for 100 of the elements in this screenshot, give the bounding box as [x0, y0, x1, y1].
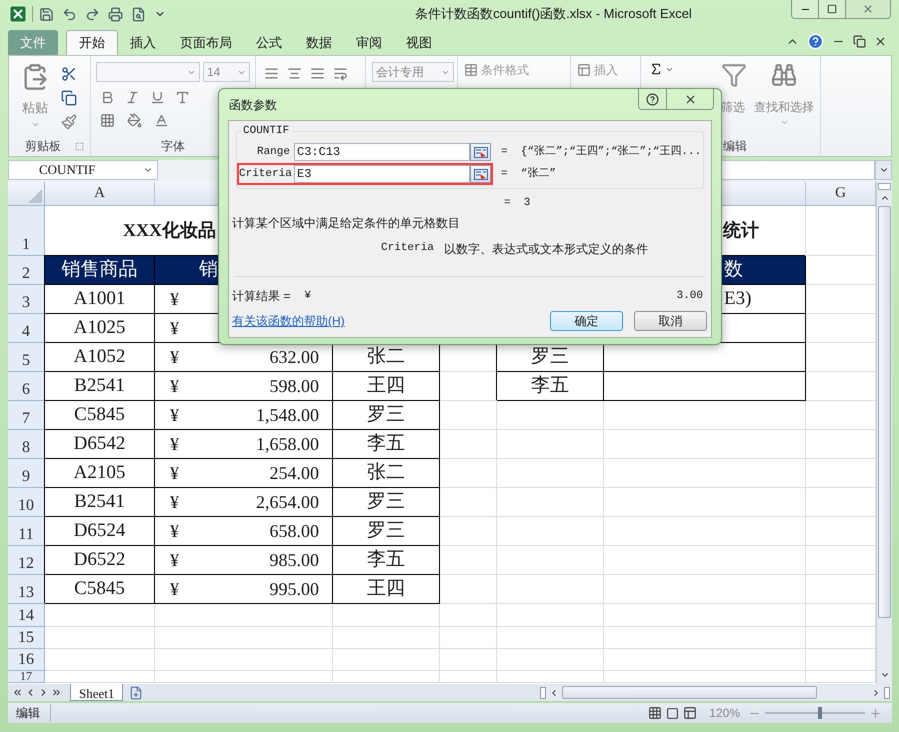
- result-currency: ¥: [304, 288, 311, 304]
- collapse-dialog-button[interactable]: [470, 165, 491, 183]
- zoom-level: 120%: [709, 705, 740, 722]
- close-workbook-icon[interactable]: [874, 35, 887, 48]
- argument-field[interactable]: E3: [294, 165, 470, 183]
- table-cell: B2541: [45, 372, 155, 401]
- table-cell: C5845: [45, 401, 155, 430]
- autosum-icon[interactable]: [649, 62, 663, 76]
- format-painter-icon[interactable]: [61, 114, 77, 130]
- row-header[interactable]: 8: [8, 430, 45, 459]
- ribbon-tab[interactable]: 数据: [294, 30, 344, 55]
- underline-icon[interactable]: [150, 90, 165, 105]
- font-color-icon[interactable]: [154, 113, 169, 128]
- scroll-thumb[interactable]: [562, 686, 817, 699]
- font-name-field[interactable]: [96, 62, 200, 82]
- fill-color-icon[interactable]: [127, 113, 142, 128]
- scroll-thumb[interactable]: [878, 206, 891, 618]
- row-header[interactable]: 5: [8, 343, 45, 372]
- vertical-scrollbar[interactable]: [876, 182, 892, 684]
- row-header[interactable]: 1: [8, 206, 45, 256]
- insert-sheet-icon[interactable]: [129, 686, 144, 700]
- table-cell: 罗三: [333, 517, 440, 546]
- borders-icon[interactable]: [100, 113, 115, 128]
- sheet-cell: [440, 546, 497, 575]
- name-box[interactable]: COUNTIF: [8, 160, 158, 180]
- row-header[interactable]: 17: [8, 671, 45, 683]
- ribbon-tab[interactable]: 视图: [394, 30, 444, 55]
- row-header[interactable]: 9: [8, 459, 45, 488]
- restore-workbook-icon[interactable]: [853, 35, 866, 48]
- page-layout-view-icon[interactable]: [666, 706, 680, 720]
- collapse-dialog-button[interactable]: [470, 143, 491, 161]
- row-header[interactable]: 4: [8, 314, 45, 343]
- table-cell: A1001: [45, 285, 155, 314]
- row-header[interactable]: 6: [8, 372, 45, 401]
- grow-font-icon[interactable]: [175, 90, 190, 105]
- last-sheet-icon[interactable]: [51, 687, 62, 698]
- maximize-icon: [827, 4, 837, 14]
- row-header[interactable]: 12: [8, 546, 45, 575]
- argument-value: = {“张二”;“王四”;“张二”;“王四...: [501, 144, 702, 160]
- status-text: 编辑: [8, 704, 51, 722]
- argument-field[interactable]: C3:C13: [294, 143, 470, 161]
- dialog-launcher-icon[interactable]: [75, 142, 84, 150]
- table-cell: 李五: [497, 372, 604, 401]
- table-cell: ¥ 2,654.00: [155, 488, 333, 517]
- row-header[interactable]: 15: [8, 627, 45, 649]
- row-header[interactable]: 3: [8, 285, 45, 314]
- close-icon: [862, 3, 874, 15]
- argument-name: Criteria: [381, 241, 434, 256]
- row-header[interactable]: 13: [8, 575, 45, 604]
- row-header[interactable]: 16: [8, 649, 45, 671]
- table-cell: 罗三: [333, 488, 440, 517]
- save-icon[interactable]: [39, 6, 54, 22]
- page-break-view-icon[interactable]: [683, 706, 698, 720]
- align-middle-icon[interactable]: [287, 66, 302, 81]
- printer-icon[interactable]: [108, 6, 123, 22]
- ribbon-tab[interactable]: 公式: [244, 30, 294, 55]
- ribbon-tab[interactable]: 开始: [66, 30, 118, 55]
- wrap-text-icon[interactable]: [333, 66, 348, 81]
- first-sheet-icon[interactable]: [12, 687, 23, 698]
- sheet-title: 统计: [723, 219, 759, 242]
- ribbon-tab[interactable]: 审阅: [344, 30, 394, 55]
- column-header[interactable]: A: [45, 182, 155, 205]
- sheet-tab[interactable]: Sheet1: [70, 684, 124, 701]
- table-cell: 罗三: [333, 401, 440, 430]
- ok-button[interactable]: 确定: [550, 311, 623, 331]
- undo-icon[interactable]: [62, 6, 77, 22]
- row-header[interactable]: 2: [8, 256, 45, 285]
- row-header[interactable]: 11: [8, 517, 45, 546]
- cut-icon[interactable]: [61, 66, 77, 82]
- table-cell: ¥ 658.00: [155, 517, 333, 546]
- align-bottom-icon[interactable]: [310, 66, 325, 81]
- cancel-button[interactable]: 取消: [634, 311, 707, 331]
- table-cell: D6542: [45, 430, 155, 459]
- normal-view-icon[interactable]: [648, 706, 662, 720]
- bold-icon[interactable]: [100, 90, 115, 105]
- zoom-slider-thumb[interactable]: [818, 707, 822, 719]
- table-cell: ¥ 1,658.00: [155, 430, 333, 459]
- italic-icon[interactable]: [125, 90, 140, 105]
- table-cell: 张二: [333, 459, 440, 488]
- copy-icon[interactable]: [61, 90, 77, 106]
- ribbon-tab[interactable]: 插入: [118, 30, 168, 55]
- table-cell: 王四: [333, 575, 440, 604]
- table-cell: A1025: [45, 314, 155, 343]
- redo-icon[interactable]: [85, 6, 100, 22]
- function-description: 计算某个区域中满足给定条件的单元格数目: [232, 214, 461, 232]
- ribbon-tab[interactable]: 页面布局: [168, 30, 244, 55]
- help-icon[interactable]: [807, 33, 824, 50]
- maximize-button[interactable]: [819, 0, 846, 18]
- help-icon: [646, 92, 659, 106]
- row-header[interactable]: 10: [8, 488, 45, 517]
- row-header[interactable]: 7: [8, 401, 45, 430]
- align-top-icon[interactable]: [264, 66, 279, 81]
- row-header[interactable]: 14: [8, 604, 45, 627]
- table-cell: A1052: [45, 343, 155, 372]
- argument-description: 以数字、表达式或文本形式定义的条件: [444, 240, 648, 258]
- horizontal-scrollbar[interactable]: [540, 685, 892, 700]
- print-preview-icon[interactable]: [131, 6, 146, 22]
- table-cell: ¥ 1,548.00: [155, 401, 333, 430]
- caret-icon: [780, 118, 788, 127]
- sheet-cell: [440, 627, 497, 649]
